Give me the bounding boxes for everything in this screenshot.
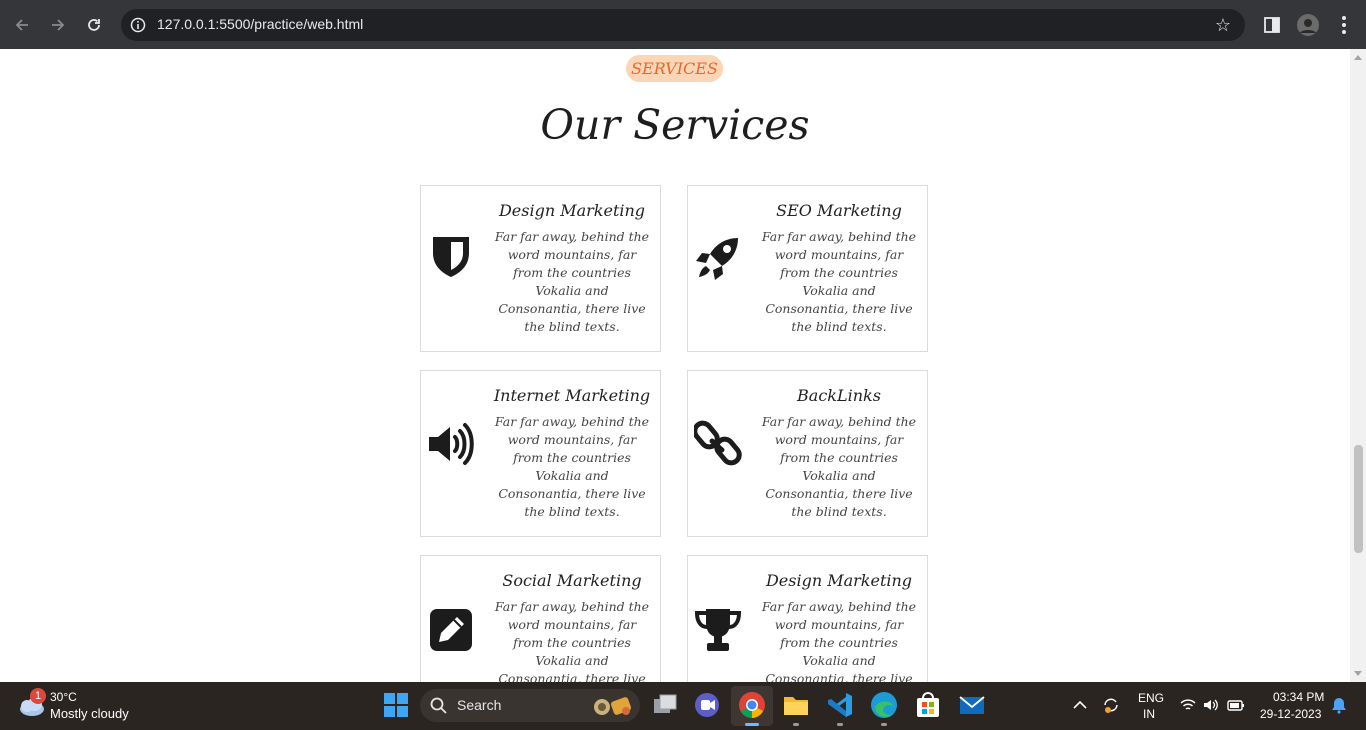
forward-button[interactable] bbox=[45, 12, 71, 38]
card-title: Internet Marketing bbox=[493, 386, 651, 405]
battery-icon[interactable] bbox=[1227, 696, 1245, 714]
taskbar bbox=[0, 682, 1366, 730]
teams-icon[interactable] bbox=[692, 690, 722, 720]
vscode-running-indicator bbox=[837, 723, 843, 726]
service-card-design-marketing-2: Design Marketing Far far away, behind th… bbox=[687, 555, 928, 682]
weather-temperature[interactable]: 30°C bbox=[50, 690, 77, 704]
more-menu-icon[interactable] bbox=[1332, 13, 1356, 37]
windows-start-icon[interactable] bbox=[381, 690, 411, 720]
edge-running-indicator bbox=[881, 723, 887, 726]
search-label: Search bbox=[457, 697, 502, 713]
url-text[interactable]: 127.0.0.1:5500/practice/web.html bbox=[157, 16, 363, 32]
card-title: Social Marketing bbox=[502, 571, 642, 590]
card-title: Design Marketing bbox=[765, 571, 913, 590]
scroll-up-icon[interactable] bbox=[1354, 55, 1362, 60]
volume-icon bbox=[429, 423, 474, 465]
reload-button[interactable] bbox=[81, 12, 107, 38]
task-view-icon[interactable] bbox=[650, 690, 680, 720]
taskbar-search[interactable]: Search bbox=[420, 689, 640, 722]
language-secondary[interactable]: IN bbox=[1143, 707, 1155, 721]
card-title: SEO Marketing bbox=[776, 201, 902, 220]
services-badge: SERVICES bbox=[626, 55, 723, 82]
service-card-seo-marketing: SEO Marketing Far far away, behind the w… bbox=[687, 185, 928, 352]
bookmark-star-icon[interactable]: ☆ bbox=[1215, 15, 1231, 36]
service-card-social-marketing: Social Marketing Far far away, behind th… bbox=[420, 555, 661, 682]
service-card-backlinks: BackLinks Far far away, behind the word … bbox=[687, 370, 928, 537]
wifi-icon[interactable] bbox=[1179, 696, 1197, 714]
notification-bell-icon[interactable] bbox=[1330, 696, 1348, 714]
card-description: Far far away, behind the word mountains,… bbox=[761, 229, 917, 334]
scroll-down-icon[interactable] bbox=[1354, 671, 1362, 676]
microsoft-store-icon[interactable] bbox=[913, 690, 943, 720]
search-highlight-icon bbox=[594, 697, 632, 715]
forward-arrow-icon bbox=[52, 19, 65, 31]
card-title: BackLinks bbox=[797, 386, 881, 405]
mail-icon[interactable] bbox=[957, 690, 987, 720]
edge-icon[interactable] bbox=[869, 690, 899, 720]
card-description: Far far away, behind the word mountains,… bbox=[761, 599, 917, 682]
chrome-icon[interactable] bbox=[737, 690, 767, 720]
section-heading: Our Services bbox=[540, 101, 810, 149]
service-card-internet-marketing: Internet Marketing Far far away, behind … bbox=[420, 370, 661, 537]
language-primary[interactable]: ENG bbox=[1138, 691, 1164, 705]
file-explorer-icon[interactable] bbox=[781, 690, 811, 720]
address-bar[interactable]: 127.0.0.1:5500/practice/web.html ☆ bbox=[121, 9, 1245, 41]
page-viewport: SERVICES Our Services Design Marketing F… bbox=[0, 49, 1350, 682]
card-description: Far far away, behind the word mountains,… bbox=[494, 414, 650, 519]
reload-icon bbox=[88, 19, 100, 31]
back-button[interactable] bbox=[9, 12, 35, 38]
shield-icon bbox=[433, 237, 469, 277]
link-icon bbox=[694, 420, 742, 466]
card-title: Design Marketing bbox=[498, 201, 646, 220]
side-panel-icon[interactable] bbox=[1260, 13, 1284, 37]
explorer-running-indicator bbox=[793, 723, 799, 726]
site-info-icon[interactable] bbox=[130, 17, 146, 33]
clock-date[interactable]: 29-12-2023 bbox=[1260, 707, 1321, 721]
card-description: Far far away, behind the word mountains,… bbox=[494, 229, 650, 334]
pencil-square-icon bbox=[430, 609, 472, 651]
page-scrollbar[interactable] bbox=[1350, 49, 1366, 682]
browser-toolbar: 127.0.0.1:5500/practice/web.html ☆ bbox=[0, 0, 1366, 49]
volume-tray-icon[interactable] bbox=[1202, 696, 1220, 714]
rocket-icon bbox=[696, 238, 738, 280]
back-arrow-icon bbox=[15, 19, 28, 31]
chevron-up-icon[interactable] bbox=[1071, 696, 1089, 714]
card-description: Far far away, behind the word mountains,… bbox=[761, 414, 917, 519]
scrollbar-thumb[interactable] bbox=[1354, 445, 1363, 553]
trophy-icon bbox=[694, 609, 742, 651]
search-icon bbox=[430, 697, 447, 714]
profile-avatar-icon[interactable] bbox=[1296, 13, 1320, 37]
sync-icon[interactable] bbox=[1102, 696, 1120, 714]
card-description: Far far away, behind the word mountains,… bbox=[494, 599, 650, 682]
weather-notification-badge: 1 bbox=[30, 688, 46, 704]
service-card-design-marketing: Design Marketing Far far away, behind th… bbox=[420, 185, 661, 352]
clock-time[interactable]: 03:34 PM bbox=[1273, 690, 1324, 704]
weather-condition[interactable]: Mostly cloudy bbox=[50, 706, 129, 721]
chrome-running-indicator bbox=[745, 723, 759, 726]
vs-code-icon[interactable] bbox=[825, 690, 855, 720]
